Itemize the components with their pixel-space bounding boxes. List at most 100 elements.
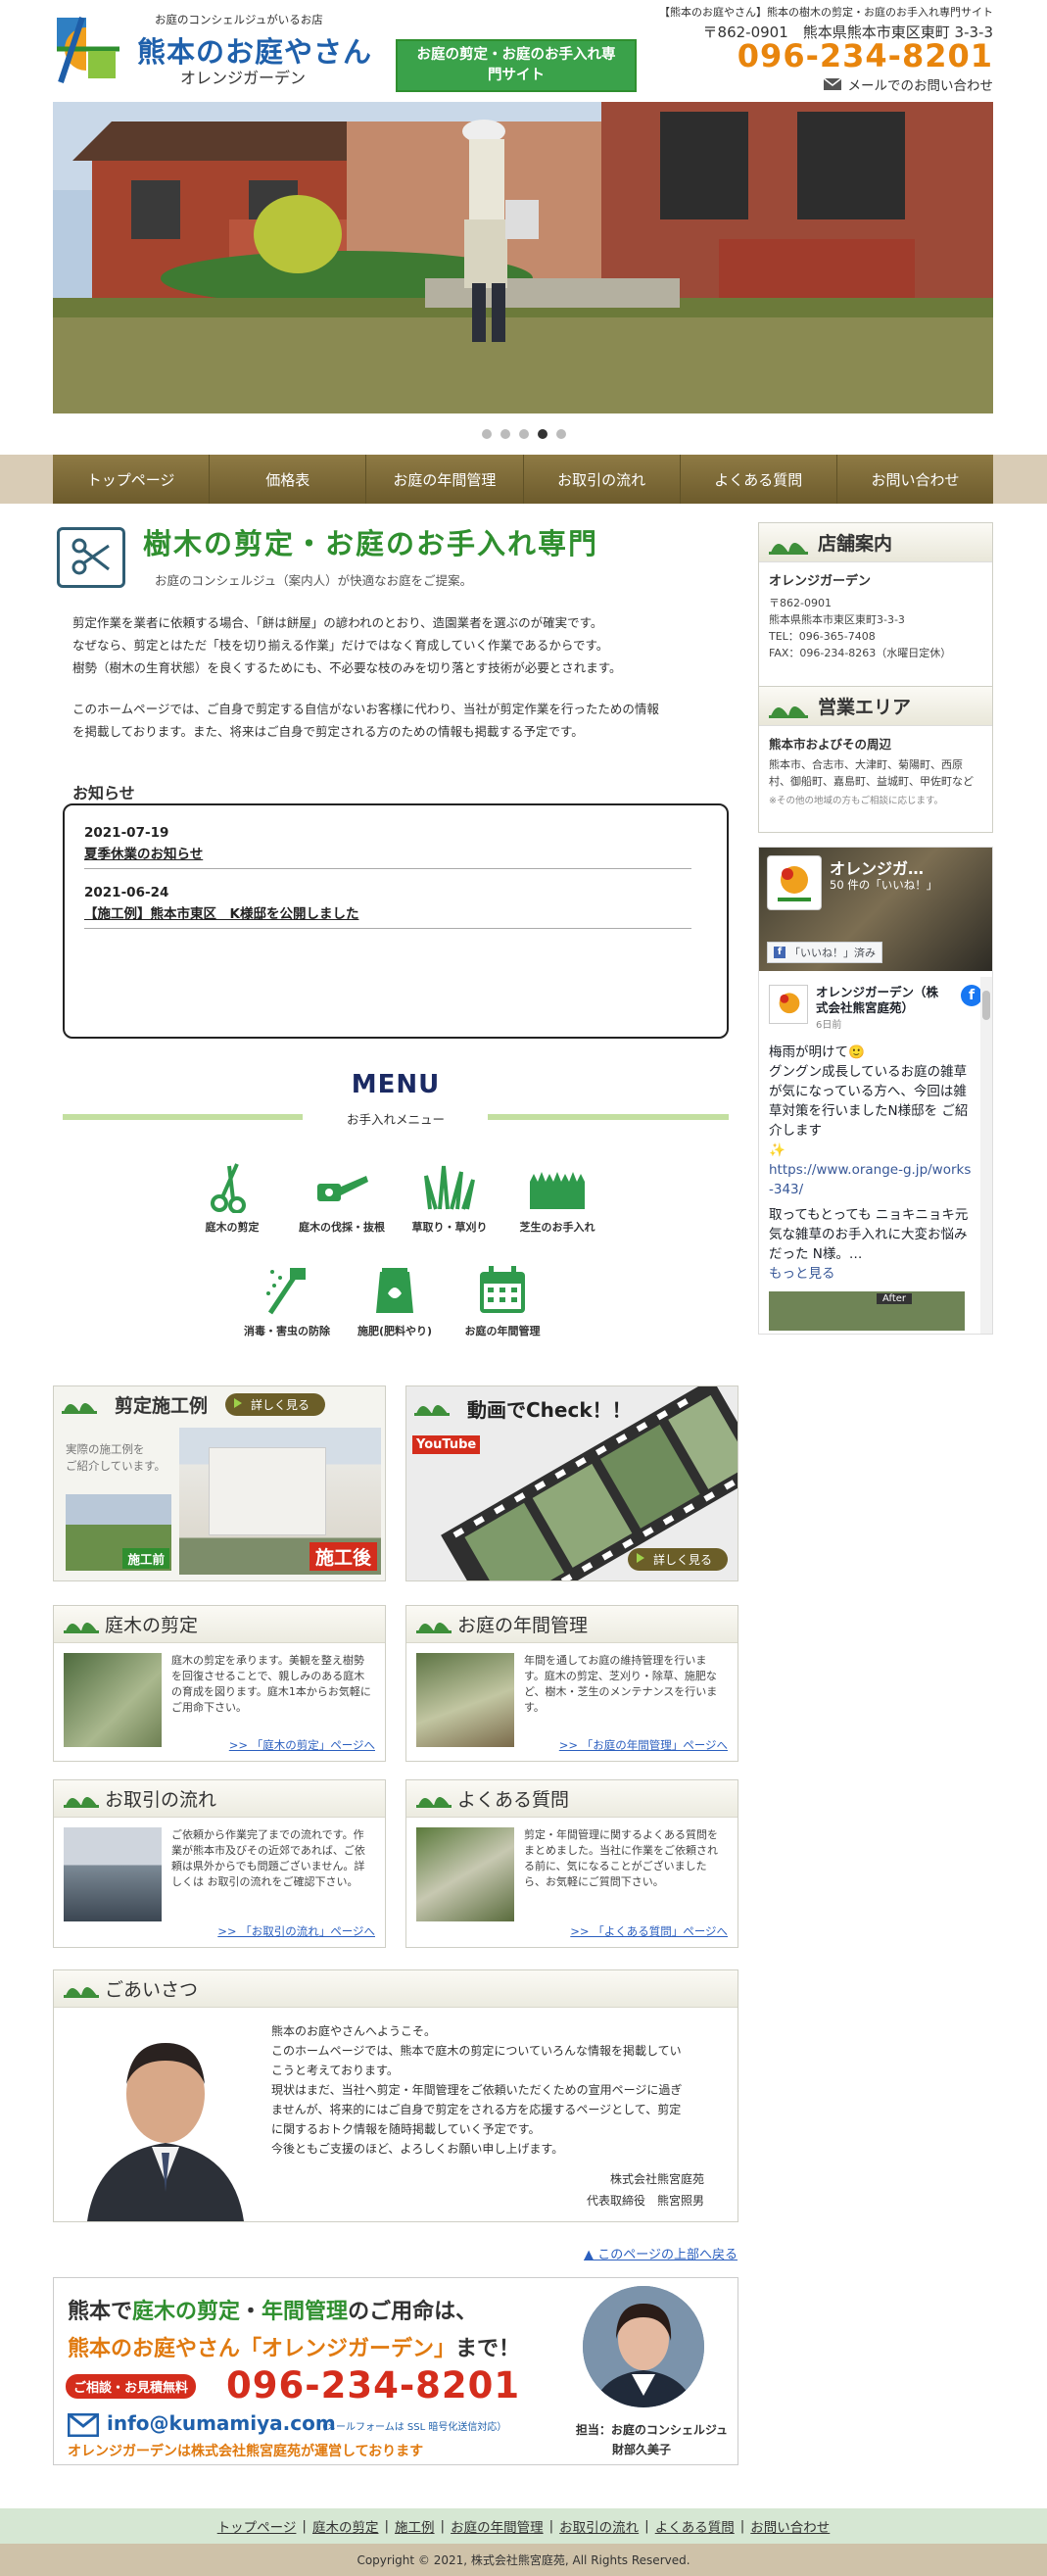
fb-post-image: After [769,1291,965,1331]
header-phone[interactable]: 096-234-8201 [738,37,993,74]
store-details: オレンジガーデン 〒862-0901 熊本県熊本市東区東町3-3-3 TEL：0… [759,562,992,669]
slider-dot[interactable] [500,429,510,439]
grass-icon [424,1165,475,1210]
fb-post-link[interactable]: https://www.orange-g.jp/works-343/ [769,1160,973,1199]
area-bold: 熊本市およびその周辺 [769,737,892,752]
mail-icon [68,2413,99,2437]
menu-item-felling[interactable]: 庭木の伐採・抜根 [288,1160,396,1235]
nav-faq[interactable]: よくある質問 [681,455,837,504]
nav-flow[interactable]: お取引の流れ [524,455,681,504]
banner-video[interactable]: 動画でCheck！！ YouTube 詳しく見る [405,1385,738,1581]
facebook-icon: f [961,985,982,1006]
card-header: お取引の流れ [54,1780,385,1818]
slider-dot[interactable] [518,429,529,439]
cta-email[interactable]: info@kumamiya.com [107,2411,336,2435]
menu-item-pest[interactable]: 消毒・害虫の防除 [233,1264,341,1338]
slider-dot[interactable] [481,429,492,439]
staff-photo [583,2286,704,2407]
menu-item-weeding[interactable]: 草取り・草刈り [396,1160,503,1235]
fb-liked-button[interactable]: f 「いいね！」済み [767,942,882,963]
fb-page-name[interactable]: オレンジガ… [830,855,924,879]
leaf-icon [769,543,808,555]
card-header: ごあいさつ [54,1970,738,2008]
cta-operator-note: オレンジガーデンは株式会社熊宮庭苑が運営しております [68,2444,424,2459]
pagetop-link[interactable]: ▲ このページの上部へ戻る [584,2244,738,2262]
site-logo[interactable]: お庭のコンシェルジュがいるお店 熊本のお庭やさん オレンジガーデン [53,12,386,87]
cta-line1: 熊本で庭木の剪定・年間管理のご用命は、 [68,2294,477,2325]
mail-contact-link[interactable]: メールでのお問い合わせ [823,74,994,94]
footer-link-pruning[interactable]: 庭木の剪定 [312,2516,379,2536]
mail-link-label: メールでのお問い合わせ [847,78,994,94]
footer-copyright-bar: Copyright © 2021, 株式会社熊宮庭苑, All Rights R… [0,2544,1047,2576]
cta-line1-e: のご用命は、 [348,2300,478,2324]
logo-tagline: お庭のコンシェルジュがいるお店 [155,13,323,26]
menu-item-label: 庭木の剪定 [205,1221,260,1234]
nav-top[interactable]: トップページ [53,455,211,504]
card-title: ごあいさつ [105,1979,199,2001]
banner-button-label: 詳しく見る [251,1397,310,1412]
slider-dot[interactable] [555,429,566,439]
footer-sep: | [302,2518,307,2534]
card-more-link[interactable]: >> 「庭木の剪定」ページへ [229,1737,375,1753]
intro-line: 剪定作業を業者に依頼する場合、「餅は餅屋」の諺われのとおり、造園業者を選ぶのが確… [72,615,603,630]
news-item[interactable]: 2021-07-19 夏季休業のお知らせ [84,823,691,869]
facebook-icon: f [774,947,785,958]
banner-title: 剪定施工例 [115,1394,209,1417]
fb-post-line: グングン成長しているお庭の雑草が気になっている方へ、今回は雑草対策を行いましたN… [769,1064,969,1139]
chainsaw-icon [317,1176,368,1201]
intro-para-2: このホームページでは、ご自身で剪定する自信がないお客様に代わり、当社が剪定作業を… [72,698,738,743]
cta-phone[interactable]: 096-234-8201 [226,2364,520,2406]
greeting-line: に関するおトク情報を随時掲載していく予定です。 [271,2122,541,2136]
fb-liked-label: 「いいね！」済み [789,947,876,959]
menu-item-fertilizer[interactable]: 施肥(肥料やり) [341,1264,449,1338]
greeting-signer: 代表取締役 熊宮照男 [586,2194,704,2208]
slider-dot-active[interactable] [537,429,547,439]
card-flow: お取引の流れ ご依頼から作業完了までの流れです。作業が熊本市及びその近郊であれば… [53,1779,386,1948]
footer-link-faq[interactable]: よくある質問 [655,2516,735,2536]
footer-link-annual[interactable]: お庭の年間管理 [451,2516,544,2536]
card-text: 年間を通してお庭の維持管理を行います。庭木の剪定、芝刈り・除草、施肥など、樹木・… [524,1654,718,1714]
fb-post: オレンジガーデン（株式会社熊宮庭苑） f 6日前 梅雨が明けて🙂 グングン成長し… [759,985,982,1331]
card-more-link[interactable]: >> 「お庭の年間管理」ページへ [559,1737,728,1753]
fb-post-name[interactable]: オレンジガーデン（株式会社熊宮庭苑） [816,985,943,1016]
footer-link-works[interactable]: 施工例 [395,2516,435,2536]
footer-link-top[interactable]: トップページ [217,2516,297,2536]
fb-scrollbar[interactable] [980,977,992,1334]
card-annual: お庭の年間管理 年間を通してお庭の維持管理を行います。庭木の剪定、芝刈り・除草、… [405,1605,738,1762]
footer-link-contact[interactable]: お問い合わせ [750,2516,830,2536]
page-subtitle: お庭のコンシェルジュ（案内人）が快適なお庭をご提案。 [155,573,473,588]
nav-price[interactable]: 価格表 [210,455,367,504]
nav-annual[interactable]: お庭の年間管理 [366,455,524,504]
after-label: 施工後 [309,1542,377,1571]
footer-link-flow[interactable]: お取引の流れ [559,2516,639,2536]
lawn-icon [530,1172,585,1209]
leaf-icon [416,1797,452,1808]
footer-sep: | [548,2518,554,2534]
cta-box: 熊本で庭木の剪定・年間管理のご用命は、 熊本のお庭やさん「オレンジガーデン」まで… [53,2277,738,2465]
menu-item-lawn[interactable]: 芝生のお手入れ [503,1160,611,1235]
banner-button-label: 詳しく見る [652,1553,712,1567]
card-more-link[interactable]: >> 「よくある質問」ページへ [570,1923,728,1939]
banner-sekou[interactable]: 剪定施工例 詳しく見る 実際の施工例を ご紹介しています。 施工前 施工後 [53,1385,386,1581]
play-icon [234,1397,243,1408]
banner-detail-button[interactable]: 詳しく見る [627,1548,728,1571]
intro-line: 樹勢（樹木の生育状態）を良くするためにも、不必要な枝のみを切り落とす技術が必要と… [72,660,622,675]
fb-page-avatar[interactable] [767,855,822,910]
fb-see-more[interactable]: もっと見る [769,1264,973,1284]
greeting-line: 現状はまだ、当社へ剪定・年間管理をご依頼いただくための宣用ページに過ぎ [271,2083,683,2097]
nav-contact[interactable]: お問い合わせ [837,455,993,504]
hero-slider [53,102,993,413]
greeting-line: こうと考えております。 [271,2064,399,2077]
news-title[interactable]: 【施工例】熊本市東区 K様邸を公開しました [84,902,691,922]
greeting-company: 株式会社熊宮庭苑 [609,2172,704,2186]
menu-item-annual[interactable]: お庭の年間管理 [449,1264,556,1338]
news-title[interactable]: 夏季休業のお知らせ [84,843,691,862]
fb-scroll-thumb[interactable] [982,991,990,1020]
news-item[interactable]: 2021-06-24 【施工例】熊本市東区 K様邸を公開しました [84,883,691,929]
banner-detail-button[interactable]: 詳しく見る [225,1392,326,1416]
cta-line1-d: 年間管理 [262,2300,349,2324]
cta-line2-b: まで！ [455,2337,521,2361]
card-more-link[interactable]: >> 「お取引の流れ」ページへ [217,1923,375,1939]
card-title: 庭木の剪定 [105,1615,199,1636]
menu-item-pruning[interactable]: 庭木の剪定 [178,1160,286,1235]
